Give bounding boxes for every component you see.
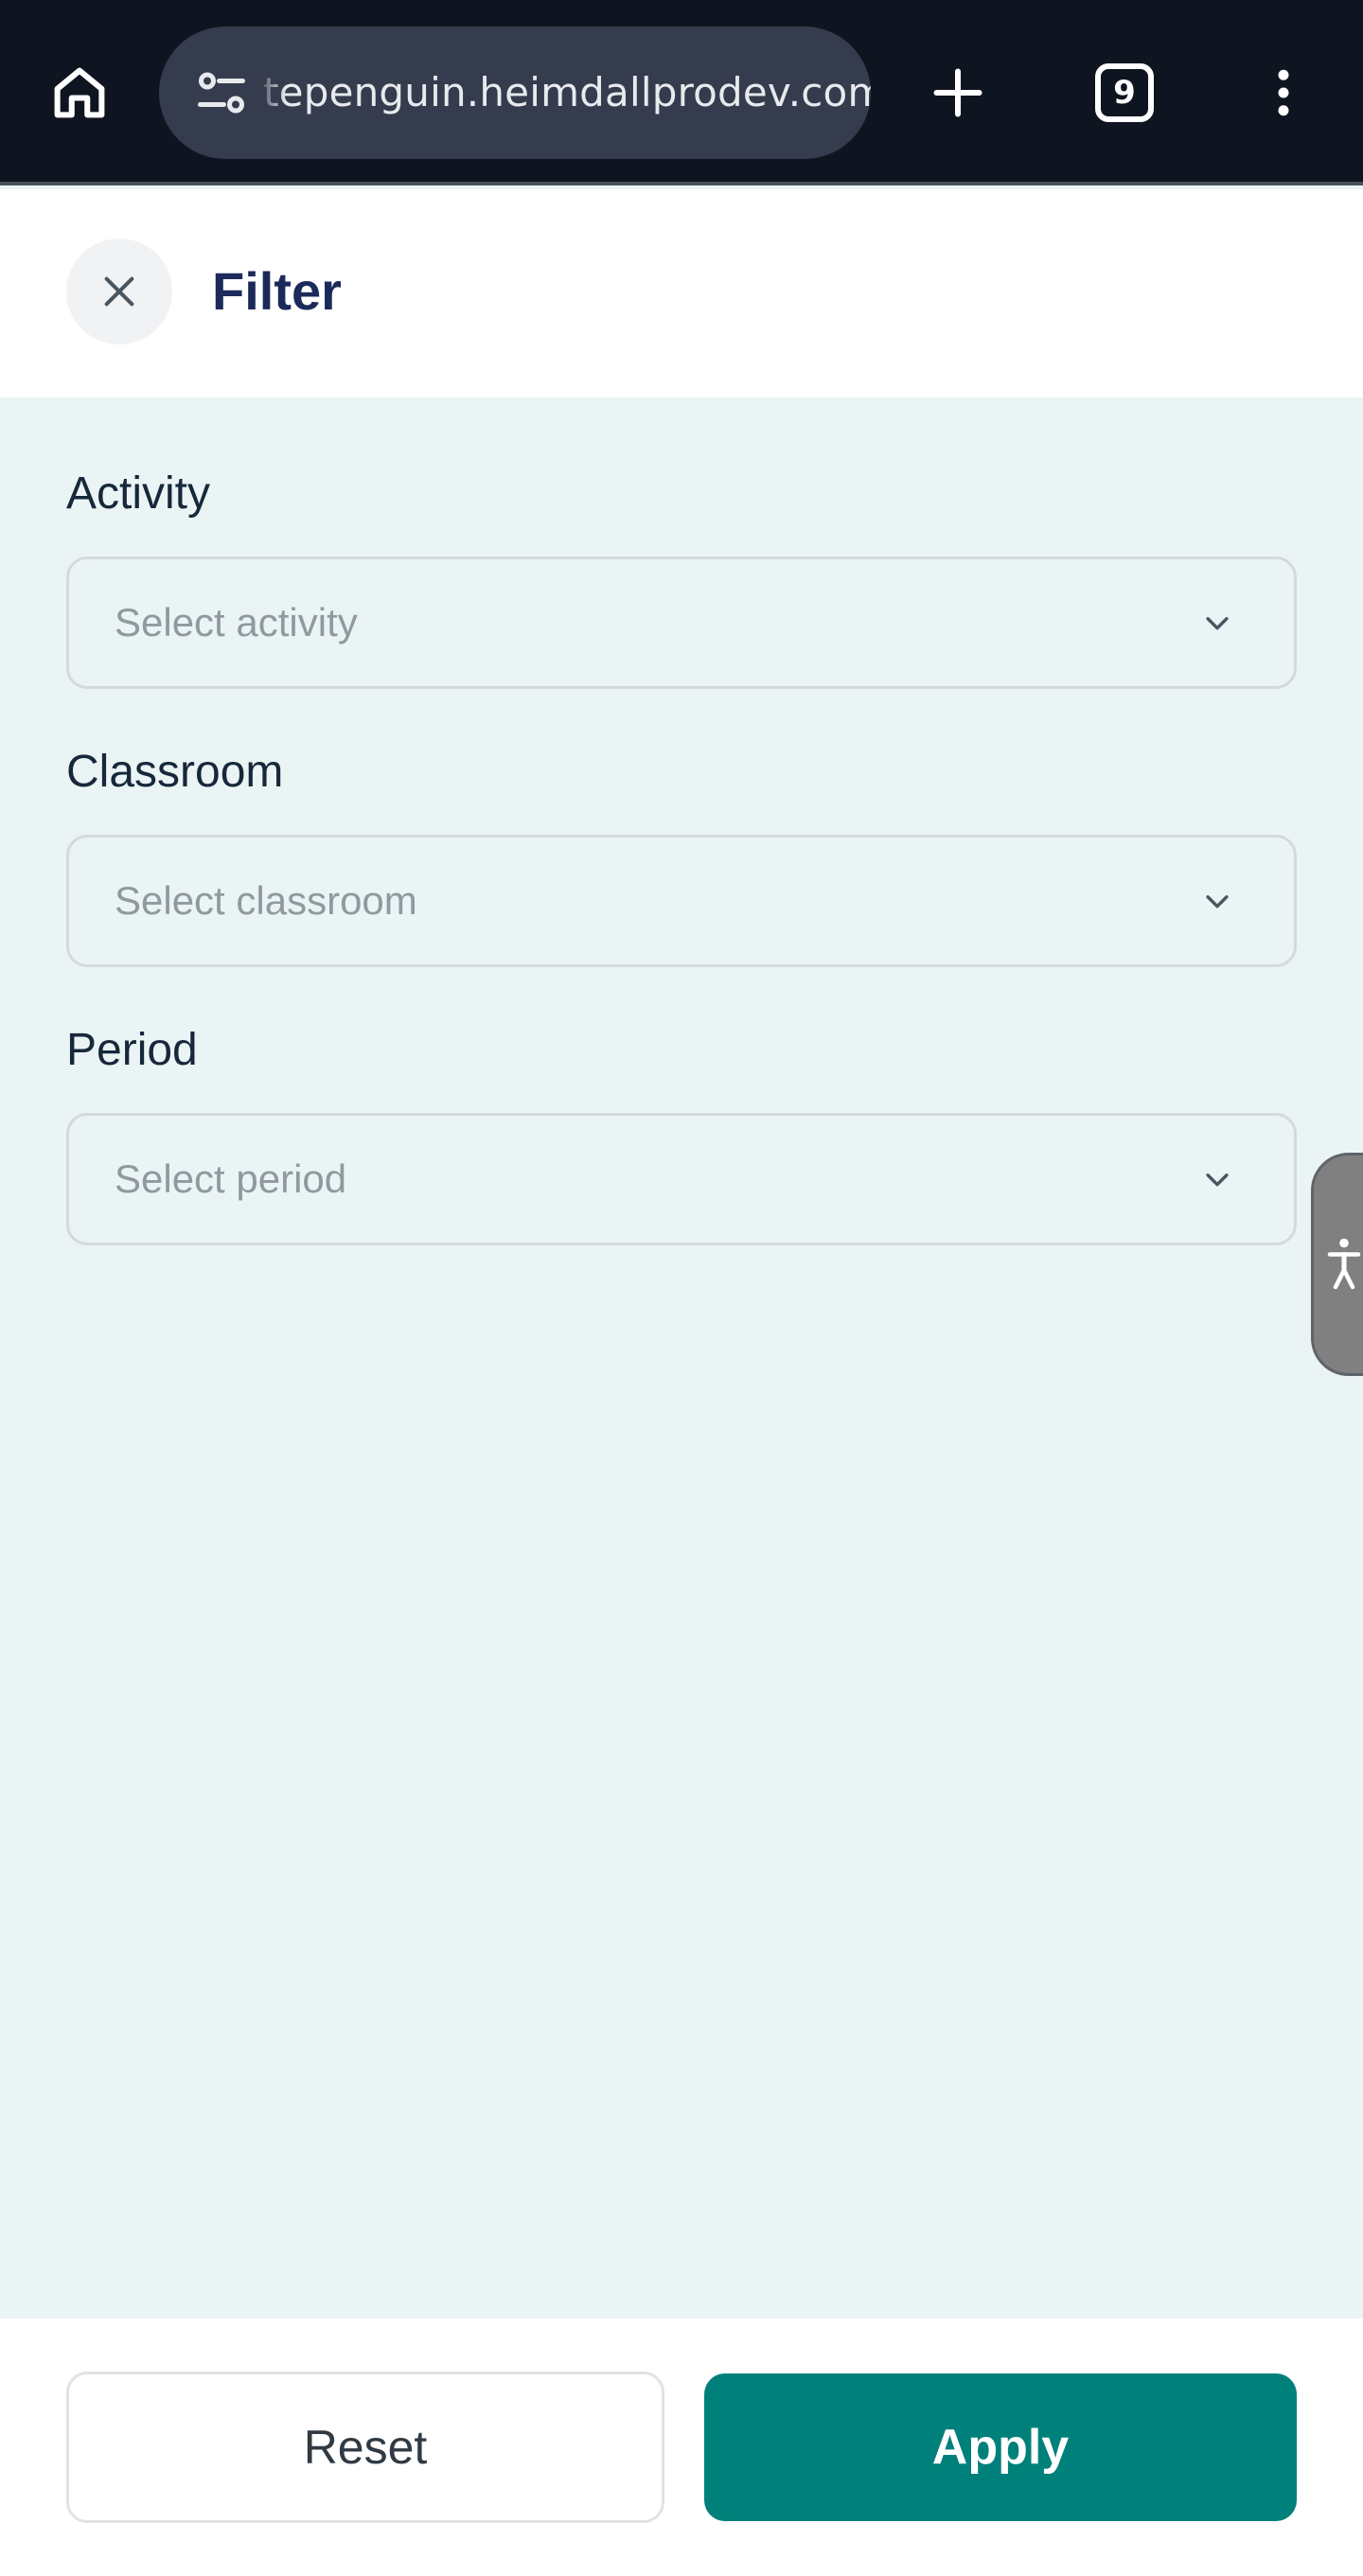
- accessibility-widget-button[interactable]: [1311, 1153, 1363, 1376]
- url-fade: [257, 26, 286, 159]
- url-text[interactable]: tepenguin.heimdallprodev.com: [263, 26, 871, 159]
- classroom-label: Classroom: [66, 747, 284, 797]
- chevron-down-icon: [1195, 879, 1239, 923]
- browser-toolbar: tepenguin.heimdallprodev.com 9: [0, 0, 1363, 185]
- plus-icon: [933, 68, 982, 117]
- period-select[interactable]: Select period: [66, 1113, 1297, 1245]
- activity-select[interactable]: Select activity: [66, 556, 1297, 689]
- filter-footer: Reset Apply: [0, 2319, 1363, 2576]
- reset-button[interactable]: Reset: [66, 2372, 664, 2523]
- chevron-down-icon: [1195, 601, 1239, 644]
- tab-switcher-button[interactable]: 9: [1087, 55, 1162, 131]
- browser-menu-button[interactable]: [1246, 55, 1321, 131]
- new-tab-button[interactable]: [920, 55, 996, 131]
- classroom-placeholder: Select classroom: [115, 878, 417, 923]
- tune-icon: [198, 72, 245, 114]
- close-icon: [104, 276, 134, 307]
- tab-count: 9: [1095, 63, 1154, 122]
- accessibility-icon: [1327, 1238, 1361, 1290]
- period-placeholder: Select period: [115, 1156, 347, 1201]
- activity-label: Activity: [66, 468, 211, 519]
- close-button[interactable]: [66, 238, 172, 344]
- more-vert-icon: [1278, 69, 1289, 116]
- chevron-down-icon: [1195, 1157, 1239, 1201]
- site-settings-button[interactable]: [184, 55, 259, 131]
- period-label: Period: [66, 1025, 198, 1075]
- home-button[interactable]: [42, 55, 117, 131]
- apply-button[interactable]: Apply: [704, 2373, 1297, 2521]
- classroom-select[interactable]: Select classroom: [66, 835, 1297, 967]
- filter-header: Filter: [0, 189, 1363, 397]
- address-bar[interactable]: tepenguin.heimdallprodev.com: [159, 26, 871, 159]
- home-icon: [54, 67, 105, 118]
- activity-placeholder: Select activity: [115, 600, 358, 644]
- filter-form: Activity Select activity Classroom Selec…: [0, 397, 1363, 2319]
- page-title: Filter: [212, 261, 342, 321]
